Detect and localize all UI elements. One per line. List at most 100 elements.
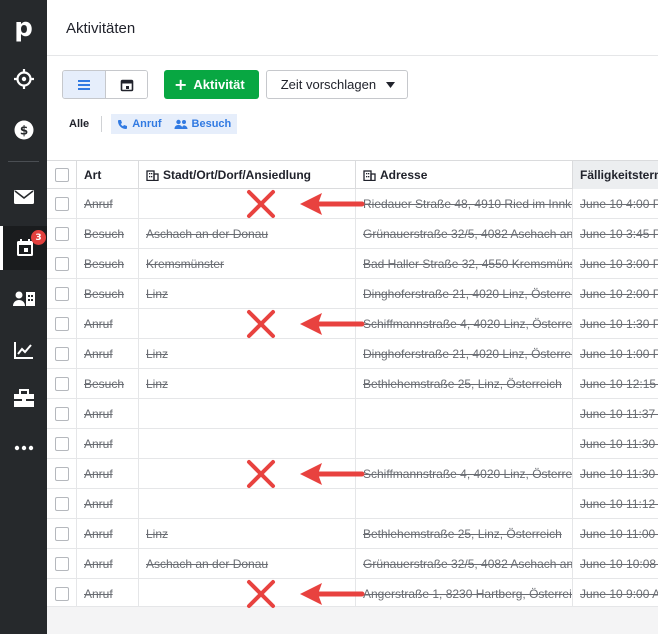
table-row[interactable]: Besuch Linz Bethlehemstraße 25, Linz, Öste… — [47, 369, 658, 399]
cell-address[interactable]: Schiffmannstraße 4, 4020 Linz, Österreic… — [356, 459, 573, 488]
nav-mail[interactable] — [0, 175, 47, 219]
row-checkbox[interactable] — [54, 586, 69, 601]
row-checkbox[interactable] — [54, 346, 69, 361]
nav-deals[interactable] — [0, 57, 47, 101]
row-select-cell — [47, 219, 77, 248]
cell-city — [139, 459, 356, 488]
filter-anruf[interactable]: Anruf — [111, 114, 168, 134]
row-select-cell — [47, 249, 77, 278]
cell-due: June 10 4:00 PM — [573, 189, 658, 218]
cell-city — [139, 309, 356, 338]
row-select-cell — [47, 339, 77, 368]
nav-products[interactable] — [0, 376, 47, 420]
cell-address[interactable] — [356, 399, 573, 428]
nav-divider — [8, 161, 39, 162]
cell-due: June 10 12:15 PM — [573, 369, 658, 398]
row-checkbox[interactable] — [54, 376, 69, 391]
list-icon — [78, 79, 90, 90]
table-row[interactable]: Besuch Kremsmünster Bad Haller Straße 32, … — [47, 249, 658, 279]
cell-city: Linz — [139, 369, 356, 398]
cell-address[interactable] — [356, 489, 573, 518]
activities-table: Art Stadt/Ort/Dorf/Ansiedlung Adresse Fä… — [47, 160, 658, 606]
cell-art: Anruf — [77, 309, 139, 338]
column-due-label: Fälligkeitstermin — [580, 168, 658, 182]
table-header: Art Stadt/Ort/Dorf/Ansiedlung Adresse Fä… — [47, 160, 658, 189]
cell-address[interactable]: Riedauer Straße 48, 4910 Ried im Innkrei… — [356, 189, 573, 218]
row-checkbox[interactable] — [54, 496, 69, 511]
row-checkbox[interactable] — [54, 406, 69, 421]
activity-type-filters: Alle Anruf Besuch — [69, 114, 238, 134]
table-row[interactable]: Anruf June 10 11:37 AM — [47, 399, 658, 429]
table-row[interactable]: Anruf Riedauer Straße 48, 4910 Ried im In… — [47, 189, 658, 219]
cell-due: June 10 1:30 PM — [573, 309, 658, 338]
cell-address[interactable]: Angerstraße 1, 8230 Hartberg, Österreich — [356, 579, 573, 606]
products-icon — [13, 389, 34, 407]
contacts-icon — [12, 291, 35, 306]
building-icon — [146, 170, 159, 181]
filter-anruf-label: Anruf — [132, 118, 162, 130]
building-icon — [363, 170, 376, 181]
table-row[interactable]: Besuch Linz Dinghoferstraße 21, 4020 Linz,… — [47, 279, 658, 309]
people-icon — [174, 119, 188, 129]
column-header-due[interactable]: Fälligkeitstermin — [573, 161, 658, 189]
cell-art: Anruf — [77, 189, 139, 218]
logo-letter: p — [14, 13, 33, 43]
cell-address[interactable]: Grünauerstraße 32/5, 4082 Aschach an der… — [356, 219, 573, 248]
nav-contacts[interactable] — [0, 277, 47, 321]
cell-address[interactable]: Bethlehemstraße 25, Linz, Österreich — [356, 519, 573, 548]
row-select-cell — [47, 309, 77, 338]
table-row[interactable]: Anruf June 10 11:30 AM — [47, 429, 658, 459]
row-checkbox[interactable] — [54, 466, 69, 481]
nav-money[interactable]: $ — [0, 108, 47, 152]
cell-city: Linz — [139, 279, 356, 308]
add-activity-button[interactable]: + Aktivität — [164, 70, 259, 99]
table-row[interactable]: Anruf Linz Dinghoferstraße 21, 4020 Linz, … — [47, 339, 658, 369]
row-checkbox[interactable] — [54, 316, 69, 331]
table-row[interactable]: Anruf Schiffmannstraße 4, 4020 Linz, Öste… — [47, 309, 658, 339]
table-row[interactable]: Anruf Schiffmannstraße 4, 4020 Linz, Öste… — [47, 459, 658, 489]
cell-art: Besuch — [77, 249, 139, 278]
cell-address[interactable]: Bad Haller Straße 32, 4550 Kremsmünster,… — [356, 249, 573, 278]
row-checkbox[interactable] — [54, 286, 69, 301]
list-view-button[interactable] — [63, 71, 105, 98]
propose-time-button[interactable]: Zeit vorschlagen — [265, 70, 409, 99]
table-row[interactable]: Anruf Aschach an der Donau Grünauerstraße … — [47, 549, 658, 579]
nav-more[interactable] — [0, 426, 47, 470]
column-header-city[interactable]: Stadt/Ort/Dorf/Ansiedlung — [139, 161, 356, 189]
cell-address[interactable]: Dinghoferstraße 21, 4020 Linz, Österreic… — [356, 279, 573, 308]
row-checkbox[interactable] — [54, 226, 69, 241]
select-all-cell — [47, 161, 77, 189]
row-select-cell — [47, 549, 77, 578]
cell-address[interactable]: Grünauerstraße 32/5, 4082 Aschach an der… — [356, 549, 573, 578]
table-row[interactable]: Anruf June 10 11:12 AM — [47, 489, 658, 519]
cell-art: Besuch — [77, 279, 139, 308]
column-header-address[interactable]: Adresse — [356, 161, 573, 189]
nav-activities[interactable]: 3 — [0, 226, 47, 270]
cell-address[interactable] — [356, 429, 573, 458]
row-checkbox[interactable] — [54, 526, 69, 541]
row-checkbox[interactable] — [54, 436, 69, 451]
column-header-art[interactable]: Art — [77, 161, 139, 189]
nav-insights[interactable] — [0, 328, 47, 372]
calendar-view-button[interactable] — [105, 71, 147, 98]
cell-address[interactable]: Dinghoferstraße 21, 4020 Linz, Österreic… — [356, 339, 573, 368]
row-checkbox[interactable] — [54, 196, 69, 211]
cell-city: Linz — [139, 519, 356, 548]
filter-besuch[interactable]: Besuch — [167, 114, 238, 134]
cell-address[interactable]: Schiffmannstraße 4, 4020 Linz, Österreic… — [356, 309, 573, 338]
cell-address[interactable]: Bethlehemstraße 25, Linz, Österreich — [356, 369, 573, 398]
row-select-cell — [47, 459, 77, 488]
pipedrive-logo[interactable]: p — [0, 6, 47, 50]
cell-city — [139, 429, 356, 458]
table-row[interactable]: Anruf Linz Bethlehemstraße 25, Linz, Öster… — [47, 519, 658, 549]
cell-due: June 10 3:45 PM — [573, 219, 658, 248]
deals-target-icon — [13, 69, 34, 89]
filter-all[interactable]: Alle — [69, 118, 89, 130]
row-checkbox[interactable] — [54, 556, 69, 571]
cell-art: Anruf — [77, 489, 139, 518]
row-checkbox[interactable] — [54, 256, 69, 271]
select-all-checkbox[interactable] — [54, 168, 69, 182]
table-row[interactable]: Besuch Aschach an der Donau Grünauerstraße… — [47, 219, 658, 249]
row-select-cell — [47, 519, 77, 548]
table-row[interactable]: Anruf Angerstraße 1, 8230 Hartberg, Öster… — [47, 579, 658, 606]
